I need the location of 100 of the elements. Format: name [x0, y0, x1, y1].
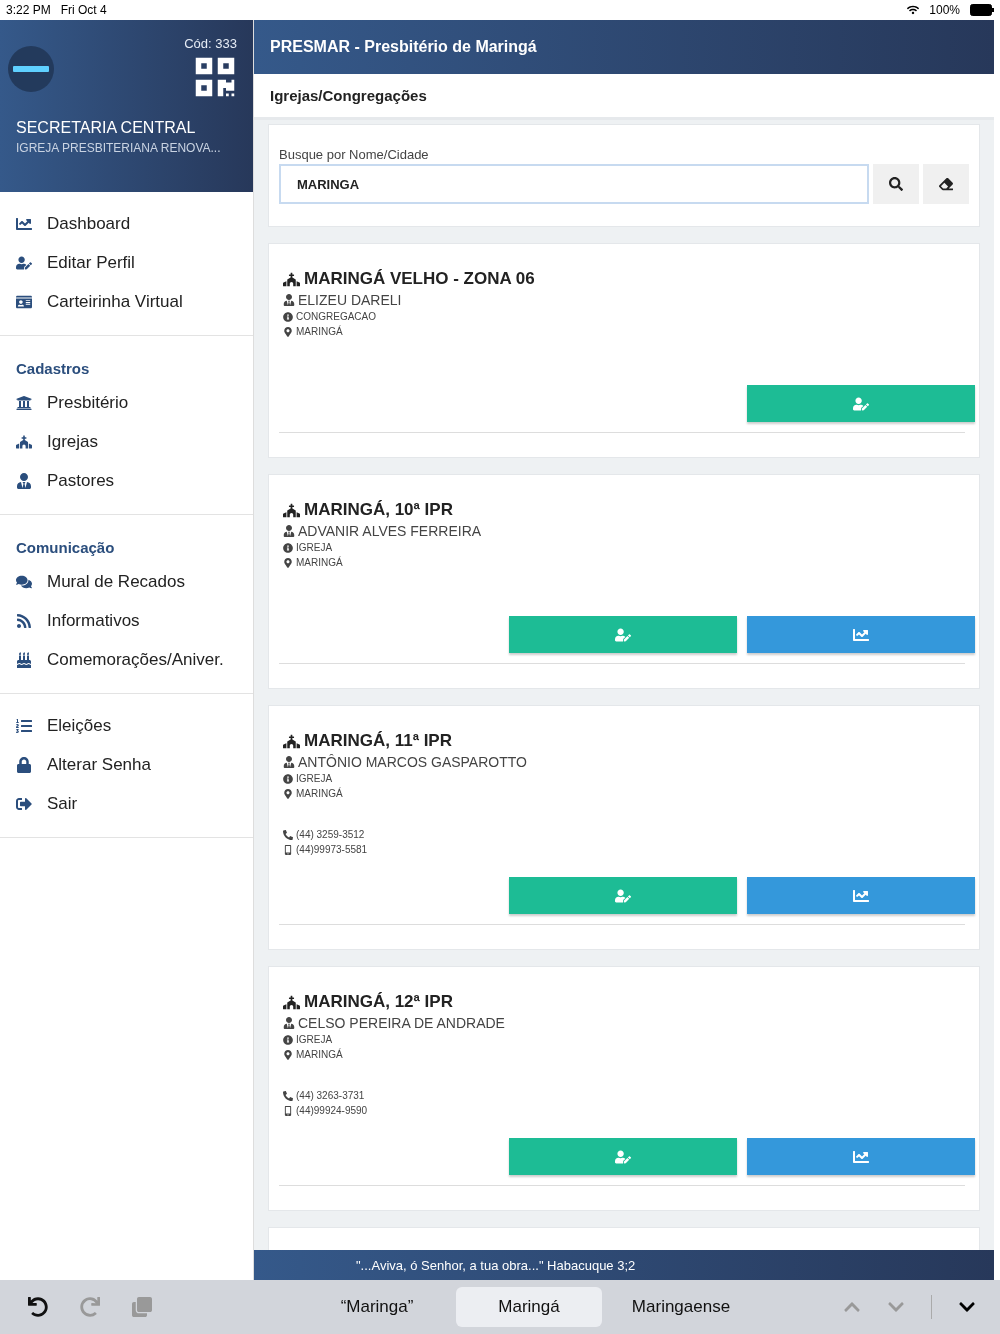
paste-icon[interactable]	[132, 1297, 152, 1317]
chart-icon	[853, 1148, 869, 1165]
church-city: MARINGÁ	[296, 326, 343, 337]
menu-item[interactable]: Pastores	[0, 461, 253, 500]
user-edit-icon	[16, 254, 33, 271]
menu-item[interactable]: Carteirinha Virtual	[0, 282, 253, 321]
info-icon	[283, 311, 293, 322]
person-icon	[16, 472, 33, 489]
menu-item[interactable]: Igrejas	[0, 422, 253, 461]
chart-icon	[853, 887, 869, 904]
church-city: MARINGÁ	[296, 788, 343, 799]
mobile-icon	[283, 844, 293, 855]
edit-profile-button[interactable]	[509, 877, 737, 914]
pastor-name: ANTÔNIO MARCOS GASPAROTTO	[298, 753, 527, 770]
chart-button[interactable]	[747, 877, 975, 914]
redo-icon[interactable]	[80, 1297, 100, 1317]
church-name: MARINGÁ VELHO - ZONA 06	[304, 269, 535, 289]
church-icon	[283, 732, 300, 750]
location-icon	[283, 788, 293, 799]
info-icon	[283, 542, 293, 553]
menu-item[interactable]: Dashboard	[0, 204, 253, 243]
rss-icon	[16, 612, 33, 629]
status-time: 3:22 PM	[6, 3, 51, 17]
search-button[interactable]	[873, 164, 919, 204]
church-icon	[16, 433, 33, 450]
battery-icon	[970, 4, 994, 16]
location-icon	[283, 326, 293, 337]
qr-code-icon[interactable]	[193, 55, 237, 99]
person-icon	[283, 524, 295, 537]
edit-profile-button[interactable]	[509, 616, 737, 653]
chart-button[interactable]	[747, 1138, 975, 1175]
menu-item[interactable]: Mural de Recados	[0, 562, 253, 601]
undo-icon[interactable]	[28, 1297, 48, 1317]
church-name: MARINGÁ, 10ª IPR	[304, 500, 453, 520]
church-name: MARINGÁ, 12ª IPR	[304, 992, 453, 1012]
footer-quote: "...Aviva, ó Senhor, a tua obra..." Habacuque 3;2	[254, 1250, 994, 1280]
info-icon	[283, 773, 293, 784]
phone-number: (44) 3259-3512	[296, 829, 365, 840]
user-name: SECRETARIA CENTRAL	[16, 119, 197, 137]
header-title: PRESMAR - Presbitério de Maringá	[270, 38, 537, 56]
section-title: Comunicação	[15, 538, 116, 558]
mobile-number: (44)99973-5581	[296, 844, 368, 855]
lock-icon	[16, 756, 33, 773]
battery-percent: 100%	[929, 3, 960, 17]
church-name: IGREJA PRESBITERIANA RENOVA...	[16, 141, 222, 155]
search-label: Busque por Nome/Cidade	[279, 147, 430, 162]
menu-item[interactable]: Presbitério	[0, 383, 253, 422]
church-name: MARINGÁ, 11ª IPR	[304, 731, 452, 751]
location-icon	[283, 1049, 293, 1060]
id-card-icon	[16, 293, 33, 310]
menu-item[interactable]: Sair	[0, 784, 253, 823]
info-icon	[283, 1034, 293, 1045]
menu-item[interactable]: Editar Perfil	[0, 243, 253, 282]
church-icon	[283, 270, 300, 288]
logo-icon	[8, 46, 54, 92]
church-icon	[283, 501, 300, 519]
suggestion[interactable]: “Maringa”	[304, 1287, 450, 1327]
phone-icon	[283, 1090, 293, 1101]
pastor-name: ADVANIR ALVES FERREIRA	[298, 522, 482, 539]
church-type: IGREJA	[296, 773, 333, 784]
person-icon	[283, 755, 295, 768]
church-icon	[283, 993, 300, 1011]
member-code: Cód: 333	[184, 36, 237, 51]
menu-item[interactable]: Alterar Senha	[0, 745, 253, 784]
person-icon	[283, 293, 295, 306]
search-field[interactable]: MARINGA	[279, 164, 869, 204]
chart-icon	[853, 626, 869, 643]
logout-icon	[16, 795, 33, 812]
chart-button[interactable]	[747, 616, 975, 653]
church-type: IGREJA	[296, 542, 333, 553]
eraser-icon	[939, 177, 953, 191]
chat-icon	[16, 573, 33, 590]
user-edit-icon	[853, 395, 869, 412]
pastor-name: ELIZEU DARELI	[298, 291, 402, 308]
user-edit-icon	[615, 1148, 631, 1165]
menu-item[interactable]: Comemorações/Aniver.	[0, 640, 253, 679]
wifi-icon	[907, 4, 920, 16]
list-icon	[16, 717, 33, 734]
mobile-icon	[283, 1105, 293, 1116]
clear-button[interactable]	[923, 164, 969, 204]
location-icon	[283, 557, 293, 568]
suggestion[interactable]: Maringá	[456, 1287, 602, 1327]
chart-icon	[16, 215, 33, 232]
church-type: IGREJA	[296, 1034, 333, 1045]
user-edit-icon	[615, 887, 631, 904]
church-city: MARINGÁ	[296, 557, 343, 568]
suggestion[interactable]: Maringaense	[608, 1287, 754, 1327]
menu-item[interactable]: Eleições	[0, 706, 253, 745]
building-icon	[16, 394, 33, 411]
search-icon	[889, 177, 903, 191]
user-edit-icon	[615, 626, 631, 643]
menu-item[interactable]: Informativos	[0, 601, 253, 640]
edit-profile-button[interactable]	[747, 385, 975, 422]
person-icon	[283, 1016, 295, 1029]
cake-icon	[16, 651, 33, 668]
phone-number: (44) 3263-3731	[296, 1090, 365, 1101]
church-city: MARINGÁ	[296, 1049, 343, 1060]
edit-profile-button[interactable]	[509, 1138, 737, 1175]
status-date: Fri Oct 4	[60, 3, 107, 17]
mobile-number: (44)99924-9590	[296, 1105, 368, 1116]
